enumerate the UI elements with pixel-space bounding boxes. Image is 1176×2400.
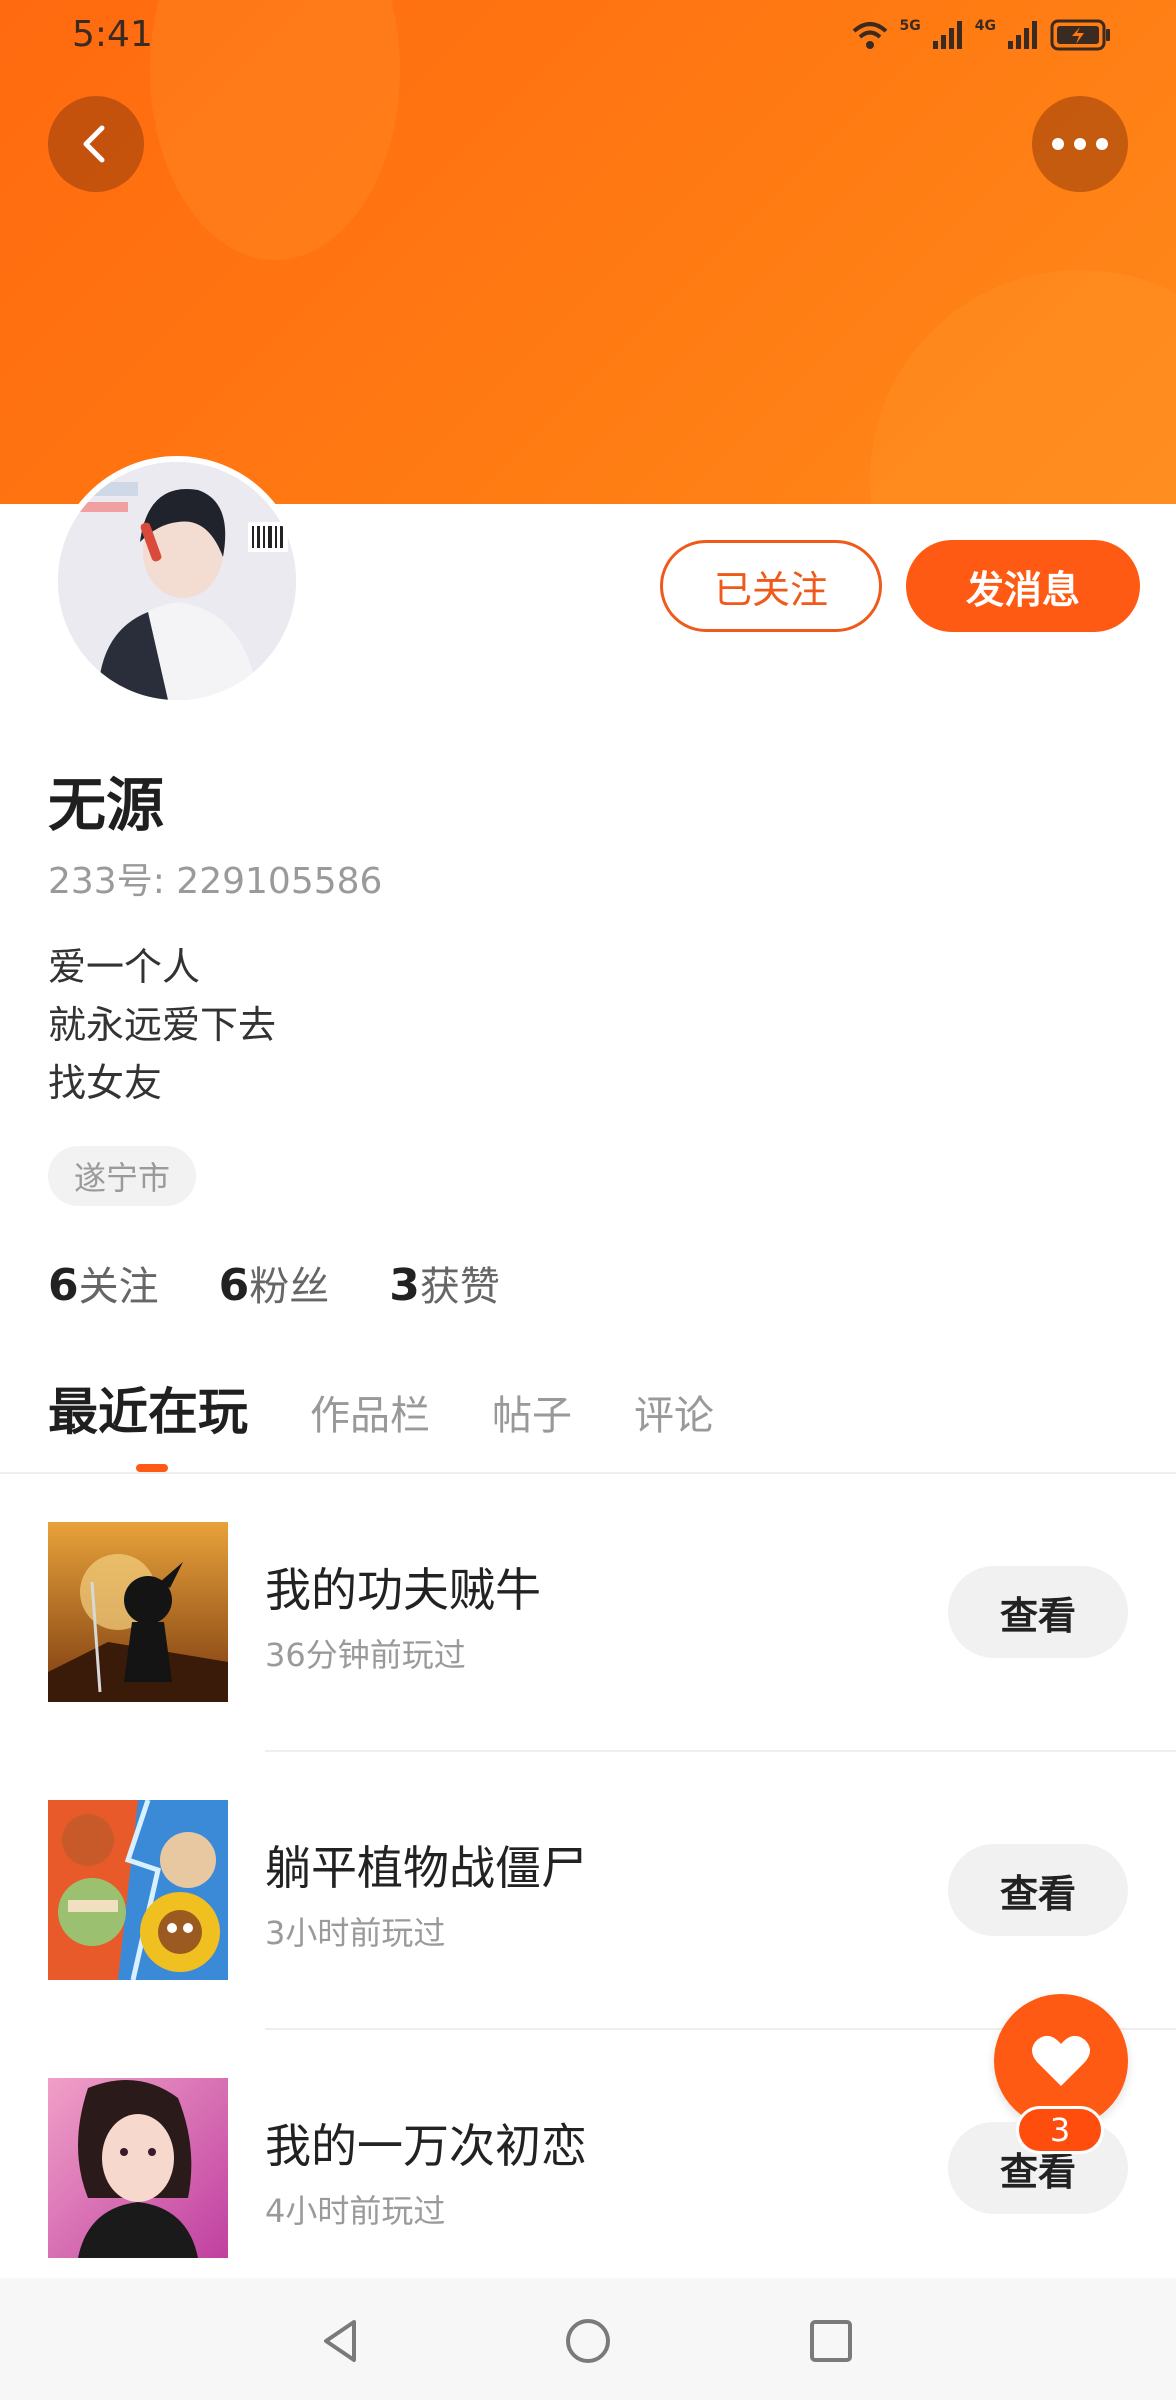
profile-stats: 6关注 6粉丝 3获赞 [48,1254,500,1312]
network-4g-label: 4G [974,18,996,34]
game-thumbnail [48,2078,228,2258]
list-item[interactable]: 我的功夫贼牛 36分钟前玩过 查看 [0,1522,1176,1702]
wifi-icon [852,22,887,49]
send-message-button[interactable]: 发消息 [906,540,1140,632]
followed-button[interactable]: 已关注 [660,540,882,632]
bio: 爱一个人 就永远爱下去 找女友 [48,938,276,1112]
game-thumbnail [48,1522,228,1702]
like-count-badge: 3 [1016,2106,1104,2154]
list-item[interactable]: 我的一万次初恋 4小时前玩过 查看 [0,2078,1176,2258]
banner-decoration [150,0,400,260]
game-last-played: 3小时前玩过 [265,1914,446,1952]
tab-works[interactable]: 作品栏 [310,1383,430,1441]
tab-divider [0,1472,1176,1474]
game-last-played: 4小时前玩过 [265,2192,446,2230]
stat-following[interactable]: 6关注 [48,1254,159,1312]
avatar[interactable] [52,456,302,706]
status-time: 5:41 [72,14,153,55]
list-item[interactable]: 躺平植物战僵尸 3小时前玩过 查看 [0,1800,1176,1980]
stat-label: 关注 [78,1264,159,1310]
stat-followers[interactable]: 6粉丝 [219,1254,330,1312]
back-triangle-icon[interactable] [316,2316,366,2366]
chevron-left-icon [83,125,105,163]
tab-posts[interactable]: 帖子 [492,1383,572,1441]
user-id: 233号: 229105586 [48,852,382,904]
heart-icon [1032,2035,1090,2086]
battery-icon [1050,19,1110,51]
location-tag: 遂宁市 [48,1146,197,1206]
tab-comments[interactable]: 评论 [634,1383,714,1441]
view-button[interactable]: 查看 [948,1566,1128,1658]
user-id-label: 233号: [48,861,165,902]
game-last-played: 36分钟前玩过 [265,1636,466,1674]
username: 无源 [48,771,165,839]
row-divider [265,1750,1176,1752]
game-name: 躺平植物战僵尸 [265,1841,587,1895]
signal-icon [932,21,962,49]
avatar-image [58,462,296,700]
stat-label: 获赞 [419,1264,500,1310]
active-tab-indicator [136,1464,168,1472]
user-id-value: 229105586 [176,861,383,902]
bio-line: 爱一个人 [48,945,201,989]
game-name: 我的一万次初恋 [265,2119,587,2173]
game-thumbnail [48,1800,228,1980]
more-button[interactable] [1032,96,1128,192]
stat-count: 6 [48,1260,79,1311]
bio-line: 找女友 [48,1061,163,1105]
view-button[interactable]: 查看 [948,1844,1128,1936]
profile-tabs: 最近在玩 作品栏 帖子 评论 [48,1372,714,1444]
stat-label: 粉丝 [249,1264,330,1310]
stat-count: 6 [218,1260,250,1311]
status-icons: 5G 4G [850,18,1112,52]
profile-banner [0,0,1176,504]
tab-recently-played[interactable]: 最近在玩 [48,1372,248,1444]
back-button[interactable] [48,96,144,192]
network-5g-label: 5G [899,18,921,34]
stat-count: 3 [389,1260,420,1311]
signal-icon [1008,21,1037,49]
recents-square-icon[interactable] [806,2316,856,2366]
more-horizontal-icon [1052,138,1108,150]
system-nav-bar [0,2278,1176,2400]
banner-decoration [870,270,1176,504]
stat-likes[interactable]: 3获赞 [389,1254,500,1312]
bio-line: 就永远爱下去 [48,1003,277,1047]
game-name: 我的功夫贼牛 [265,1563,541,1617]
home-circle-icon[interactable] [563,2316,613,2366]
